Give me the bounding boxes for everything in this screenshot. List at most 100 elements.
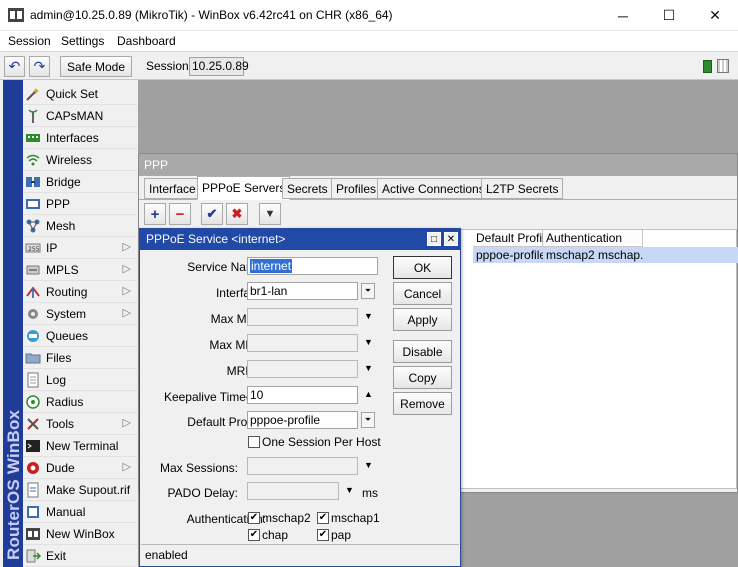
ok-button[interactable]: OK	[393, 256, 452, 279]
mrru-input[interactable]	[247, 360, 358, 378]
keepalive-timeout-input[interactable]: 10	[247, 386, 358, 404]
column-default-profile[interactable]: Default Profile	[473, 230, 551, 247]
filter-button[interactable]: ▼	[259, 203, 281, 225]
sidebar-item-log[interactable]: Log	[23, 369, 137, 391]
service-name-input[interactable]: internet	[247, 257, 378, 275]
remove-button[interactable]: Remove	[393, 392, 452, 415]
mrru-dropdown-icon[interactable]: ▼	[364, 363, 373, 373]
pado-delay-input[interactable]	[247, 482, 339, 500]
ppp-window-title[interactable]: PPP	[139, 154, 737, 176]
disable-button[interactable]: Disable	[393, 340, 452, 363]
safe-mode-button[interactable]: Safe Mode	[60, 56, 132, 77]
auth-chap-checkbox[interactable]: ✔	[248, 529, 260, 541]
default-profile-select[interactable]: pppoe-profile	[247, 411, 358, 429]
cancel-button[interactable]: Cancel	[393, 282, 452, 305]
sidebar-item-capsman[interactable]: CAPsMAN	[23, 105, 137, 127]
close-button[interactable]: ✕	[692, 0, 738, 31]
sidebar-item-mesh[interactable]: Mesh	[23, 215, 137, 237]
log-icon	[25, 372, 41, 388]
menu-settings[interactable]: Settings	[61, 34, 104, 48]
tab-l2tp-secrets[interactable]: L2TP Secrets	[481, 178, 564, 199]
cell-default-profile: pppoe-profile	[476, 248, 543, 262]
sidebar-item-ppp[interactable]: PPP	[23, 193, 137, 215]
dude-icon	[25, 460, 41, 476]
sidebar-item-make-supout-rif[interactable]: Make Supout.rif	[23, 479, 137, 501]
keepalive-spin-up-icon[interactable]: ▲	[364, 389, 373, 399]
sidebar-item-interfaces[interactable]: Interfaces	[23, 127, 137, 149]
ip-icon: 255	[25, 240, 41, 256]
ppp-icon	[25, 196, 41, 212]
sidebar-item-dude[interactable]: Dude ▷	[23, 457, 137, 479]
redo-button[interactable]: ↷	[29, 56, 50, 77]
enable-button[interactable]: ✔	[201, 203, 223, 225]
max-sessions-dropdown-icon[interactable]: ▼	[364, 460, 373, 470]
sidebar-item-quick-set[interactable]: Quick Set	[23, 83, 137, 105]
remove-button[interactable]: −	[169, 203, 191, 225]
dialog-close-button[interactable]: ✕	[444, 232, 458, 246]
sidebar-item-bridge[interactable]: Bridge	[23, 171, 137, 193]
svg-text:255: 255	[28, 246, 40, 253]
sidebar-item-files[interactable]: Files	[23, 347, 137, 369]
routing-icon	[25, 284, 41, 300]
panel-toggle-icon[interactable]	[717, 59, 729, 73]
select-arrow-icon: ⏷	[364, 415, 372, 424]
sidebar-item-label: Tools	[46, 416, 75, 431]
sidebar-item-wireless[interactable]: Wireless	[23, 149, 137, 171]
dialog-title[interactable]: PPPoE Service <internet>	[140, 229, 460, 250]
auth-mschap2-checkbox[interactable]: ✔	[248, 512, 260, 524]
disable-button[interactable]: ✖	[226, 203, 248, 225]
bridge-icon	[25, 174, 41, 190]
tab-pppoe-servers[interactable]: PPPoE Servers	[197, 176, 291, 200]
sidebar-item-system[interactable]: System ▷	[23, 303, 137, 325]
exit-icon	[25, 548, 41, 564]
tab-active-connections[interactable]: Active Connections	[377, 178, 490, 199]
interface-dropdown-button[interactable]: ⏷	[361, 283, 375, 299]
dialog-restore-button[interactable]: □	[427, 232, 441, 246]
one-session-per-host-checkbox[interactable]	[248, 436, 260, 448]
apply-button[interactable]: Apply	[393, 308, 452, 331]
menu-dashboard[interactable]: Dashboard	[117, 34, 176, 48]
plus-icon: +	[150, 205, 160, 223]
tab-interface[interactable]: Interface	[144, 178, 201, 199]
column-authentication[interactable]: Authentication	[543, 230, 643, 247]
auth-pap-checkbox[interactable]: ✔	[317, 529, 329, 541]
menu-session[interactable]: Session	[8, 34, 51, 48]
sidebar-item-label: IP	[46, 240, 58, 255]
sidebar-item-mpls[interactable]: MPLS ▷	[23, 259, 137, 281]
interface-select[interactable]: br1-lan	[247, 282, 358, 300]
sidebar-item-new-winbox[interactable]: New WinBox	[23, 523, 137, 545]
undo-button[interactable]: ↶	[4, 56, 25, 77]
sidebar-item-radius[interactable]: Radius	[23, 391, 137, 413]
sidebar-item-ip[interactable]: 255 IP ▷	[23, 237, 137, 259]
add-button[interactable]: +	[144, 203, 166, 225]
copy-button[interactable]: Copy	[393, 366, 452, 389]
toolbar: ↶ ↷ Safe Mode Session: 10.25.0.89	[0, 51, 738, 80]
sidebar-item-label: Quick Set	[46, 86, 99, 101]
max-mru-dropdown-icon[interactable]: ▼	[364, 337, 373, 347]
manual-icon	[25, 504, 41, 520]
maximize-button[interactable]: ☐	[646, 0, 692, 31]
sidebar-item-tools[interactable]: Tools ▷	[23, 413, 137, 435]
minimize-button[interactable]: ─	[600, 0, 646, 31]
pado-delay-dropdown-icon[interactable]: ▼	[345, 485, 354, 495]
max-sessions-input[interactable]	[247, 457, 358, 475]
tab-profiles[interactable]: Profiles	[331, 178, 382, 199]
sidebar-item-label: Dude	[46, 460, 75, 475]
auth-mschap1-checkbox[interactable]: ✔	[317, 512, 329, 524]
sidebar-item-manual[interactable]: Manual	[23, 501, 137, 523]
max-mtu-dropdown-icon[interactable]: ▼	[364, 311, 373, 321]
pppoe-service-dialog: PPPoE Service <internet> □ ✕ Service Nam…	[139, 228, 461, 567]
sidebar-item-new-terminal[interactable]: New Terminal	[23, 435, 137, 457]
sidebar-item-routing[interactable]: Routing ▷	[23, 281, 137, 303]
max-mtu-input[interactable]	[247, 308, 358, 326]
winbox-icon	[25, 526, 41, 542]
sidebar-item-queues[interactable]: Queues	[23, 325, 137, 347]
default-profile-dropdown-button[interactable]: ⏷	[361, 412, 375, 428]
mesh-icon	[25, 218, 41, 234]
auth-mschap2-label: mschap2	[262, 511, 311, 525]
max-mru-input[interactable]	[247, 334, 358, 352]
tab-secrets[interactable]: Secrets	[282, 178, 333, 199]
sidebar-item-label: PPP	[46, 196, 71, 211]
sidebar-item-label: Manual	[46, 504, 86, 519]
sidebar-item-exit[interactable]: Exit	[23, 545, 137, 567]
